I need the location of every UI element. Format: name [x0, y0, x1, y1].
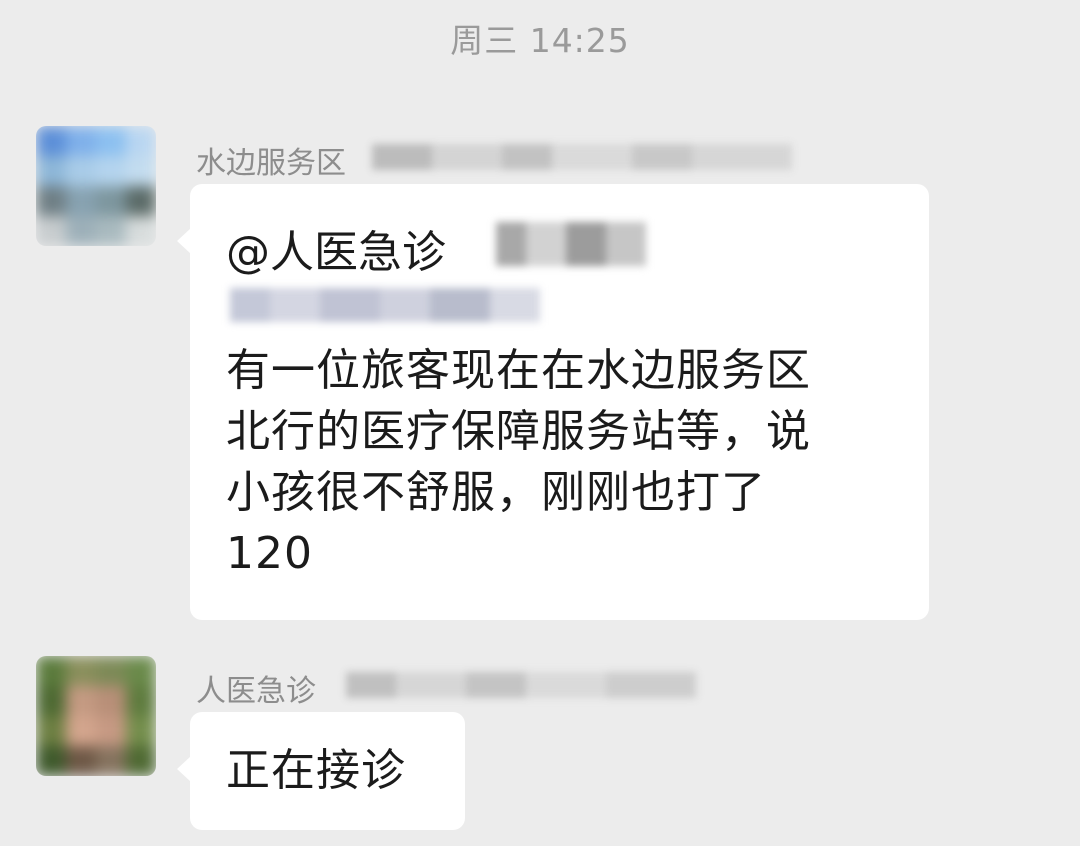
message-line: 小孩很不舒服，刚刚也打了: [226, 467, 766, 518]
message-line: 120: [226, 528, 313, 579]
mention-text: @人医急诊: [226, 227, 446, 278]
sender-name: 水边服务区: [196, 146, 346, 181]
message-line: 有一位旅客现在在水边服务区: [226, 345, 811, 396]
avatar[interactable]: [36, 126, 156, 246]
message-line: 北行的医疗保障服务站等，说: [226, 406, 811, 457]
avatar-blurred-image: [36, 126, 156, 246]
redacted-mention-detail: [496, 222, 646, 266]
message-bubble[interactable]: @人医急诊 有一位旅客现在在水边服务区 北行的医疗保障服务站等，说 小孩很不舒服…: [177, 184, 929, 620]
avatar[interactable]: [36, 656, 156, 776]
chat-timestamp: 周三 14:25: [450, 21, 630, 60]
sender-name: 人医急诊: [196, 674, 316, 709]
redacted-line: [230, 288, 540, 322]
avatar-blurred-image: [36, 656, 156, 776]
redacted-sender-detail: [346, 672, 696, 698]
bubble-tail: [177, 756, 191, 782]
message-text: 正在接诊: [226, 745, 406, 796]
message-bubble[interactable]: 正在接诊: [177, 712, 465, 830]
redacted-sender-detail: [372, 144, 792, 170]
message-text: 有一位旅客现在在水边服务区 北行的医疗保障服务站等，说 小孩很不舒服，刚刚也打了…: [226, 340, 811, 584]
bubble-tail: [177, 228, 191, 254]
